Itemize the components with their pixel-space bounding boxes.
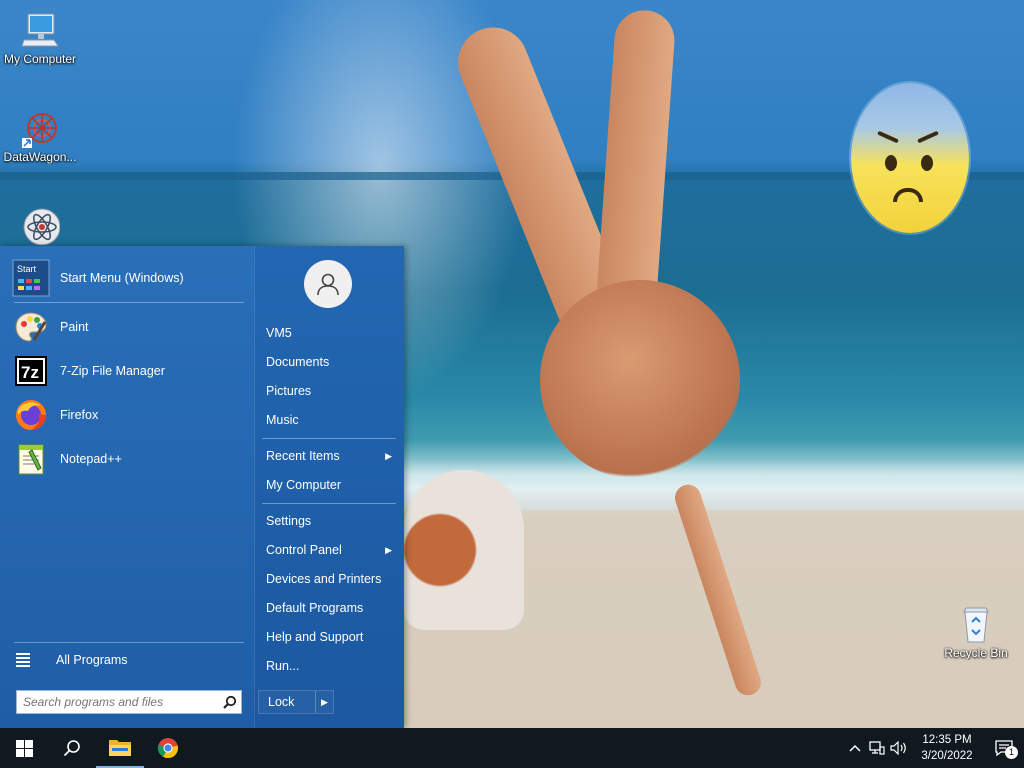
start-menu-item-7zip[interactable]: 7z 7-Zip File Manager (12, 351, 244, 391)
start-link-pictures[interactable]: Pictures (266, 379, 396, 403)
svg-text:7z: 7z (21, 363, 39, 382)
wallpaper-figure-body (540, 280, 740, 480)
desktop-icon-label: Recycle Bin (944, 646, 1008, 660)
search-programs-input[interactable] (17, 692, 219, 712)
start-link-devices-and-printers[interactable]: Devices and Printers (266, 567, 396, 591)
desktop-icon-datawagon[interactable]: DataWagon... (0, 108, 80, 164)
all-programs-label: All Programs (56, 653, 128, 667)
monitor-icon (21, 13, 59, 47)
start-menu-item-label: Start Menu (Windows) (60, 271, 184, 285)
desktop-icon-label: My Computer (3, 52, 77, 66)
start-link-label: Run... (266, 659, 300, 673)
start-menu-search-box (16, 690, 242, 714)
start-link-control-panel[interactable]: Control Panel ▶ (266, 538, 396, 562)
start-menu: Start Start Menu (Windows) Paint 7z 7-Zi… (0, 246, 404, 728)
notepad-plus-plus-icon (12, 440, 50, 478)
search-icon (63, 740, 80, 757)
start-link-help-and-support[interactable]: Help and Support (266, 625, 396, 649)
start-link-label: Control Panel (266, 543, 342, 557)
user-avatar[interactable] (304, 260, 352, 308)
wallpaper-dog (404, 470, 524, 630)
start-link-documents[interactable]: Documents (266, 350, 396, 374)
list-menu-icon (16, 651, 30, 669)
lock-button-label: Lock (268, 695, 295, 709)
start-link-label: Settings (266, 514, 312, 528)
chrome-icon (157, 738, 179, 759)
start-link-label: Recent Items (266, 449, 340, 463)
start-menu-item-label: Firefox (60, 408, 99, 422)
chevron-right-icon: ▶ (385, 451, 392, 461)
start-link-label: My Computer (266, 478, 342, 492)
start-link-settings[interactable]: Settings (266, 509, 396, 533)
recycle-bin-icon (963, 607, 989, 643)
start-menu-divider (14, 302, 244, 303)
start-link-label: Pictures (266, 384, 312, 398)
taskbar-clock[interactable]: 12:35 PM 3/20/2022 (910, 732, 984, 764)
volume-icon[interactable] (888, 728, 910, 768)
chevron-up-icon[interactable] (844, 728, 866, 768)
taskbar: 12:35 PM 3/20/2022 1 (0, 728, 1024, 768)
notification-count-badge: 1 (1005, 746, 1018, 759)
start-menu-app-icon: Start (12, 259, 50, 297)
seven-zip-icon: 7z (12, 352, 50, 390)
start-menu-item-label: Notepad++ (60, 452, 122, 466)
start-link-recent-items[interactable]: Recent Items ▶ (266, 444, 396, 468)
start-link-label: Devices and Printers (266, 572, 382, 586)
desktop-icon-label: DataWagon... (3, 150, 77, 164)
desktop-icon-atom-app[interactable] (0, 205, 80, 247)
all-programs-button[interactable]: All Programs (16, 648, 128, 672)
start-menu-item-label: Paint (60, 320, 89, 334)
paint-palette-icon (12, 308, 50, 346)
clock-date: 3/20/2022 (921, 750, 973, 762)
start-link-label: Help and Support (266, 630, 364, 644)
start-link-run[interactable]: Run... (266, 654, 396, 678)
taskbar-search-button[interactable] (48, 728, 96, 768)
wallpaper-figure-arm (671, 481, 765, 699)
start-link-vm5[interactable]: VM5 (266, 321, 396, 345)
action-center-button[interactable]: 1 (984, 728, 1024, 768)
taskbar-chrome[interactable] (144, 728, 192, 768)
desktop-icon-recycle-bin[interactable]: Recycle Bin (936, 604, 1016, 660)
windows-start-icon (15, 739, 33, 757)
user-icon (317, 273, 339, 296)
start-link-music[interactable]: Music (266, 408, 396, 432)
start-button[interactable] (0, 728, 48, 768)
file-explorer-icon (109, 740, 131, 756)
svg-text:Start: Start (17, 264, 37, 274)
start-menu-item-label: 7-Zip File Manager (60, 364, 165, 378)
start-link-label: Documents (266, 355, 330, 369)
start-link-default-programs[interactable]: Default Programs (266, 596, 396, 620)
desktop-icon-my-computer[interactable]: My Computer (0, 10, 80, 66)
network-icon[interactable] (866, 728, 888, 768)
start-link-label: VM5 (266, 326, 292, 340)
start-menu-item-notepad-plus-plus[interactable]: Notepad++ (12, 439, 244, 479)
anxious-face-emoji-icon (851, 83, 969, 233)
start-menu-divider (14, 642, 244, 643)
taskbar-file-explorer[interactable] (96, 728, 144, 768)
search-icon[interactable] (219, 691, 241, 713)
start-link-label: Music (266, 413, 299, 427)
start-link-label: Default Programs (266, 601, 364, 615)
atom-app-icon (23, 208, 60, 245)
firefox-icon (12, 396, 50, 434)
start-menu-item-start-menu-windows[interactable]: Start Start Menu (Windows) (12, 258, 244, 298)
start-link-my-computer[interactable]: My Computer (266, 473, 396, 497)
chevron-right-icon[interactable]: ▶ (315, 691, 333, 713)
chevron-right-icon: ▶ (385, 545, 392, 555)
start-menu-divider (262, 438, 396, 439)
start-menu-item-paint[interactable]: Paint (12, 307, 244, 347)
system-tray: 12:35 PM 3/20/2022 1 (844, 728, 1024, 768)
lock-button[interactable]: Lock ▶ (258, 690, 334, 714)
start-menu-item-firefox[interactable]: Firefox (12, 395, 244, 435)
start-menu-divider (262, 503, 396, 504)
datawagon-icon (22, 113, 57, 148)
clock-time: 12:35 PM (922, 734, 972, 746)
